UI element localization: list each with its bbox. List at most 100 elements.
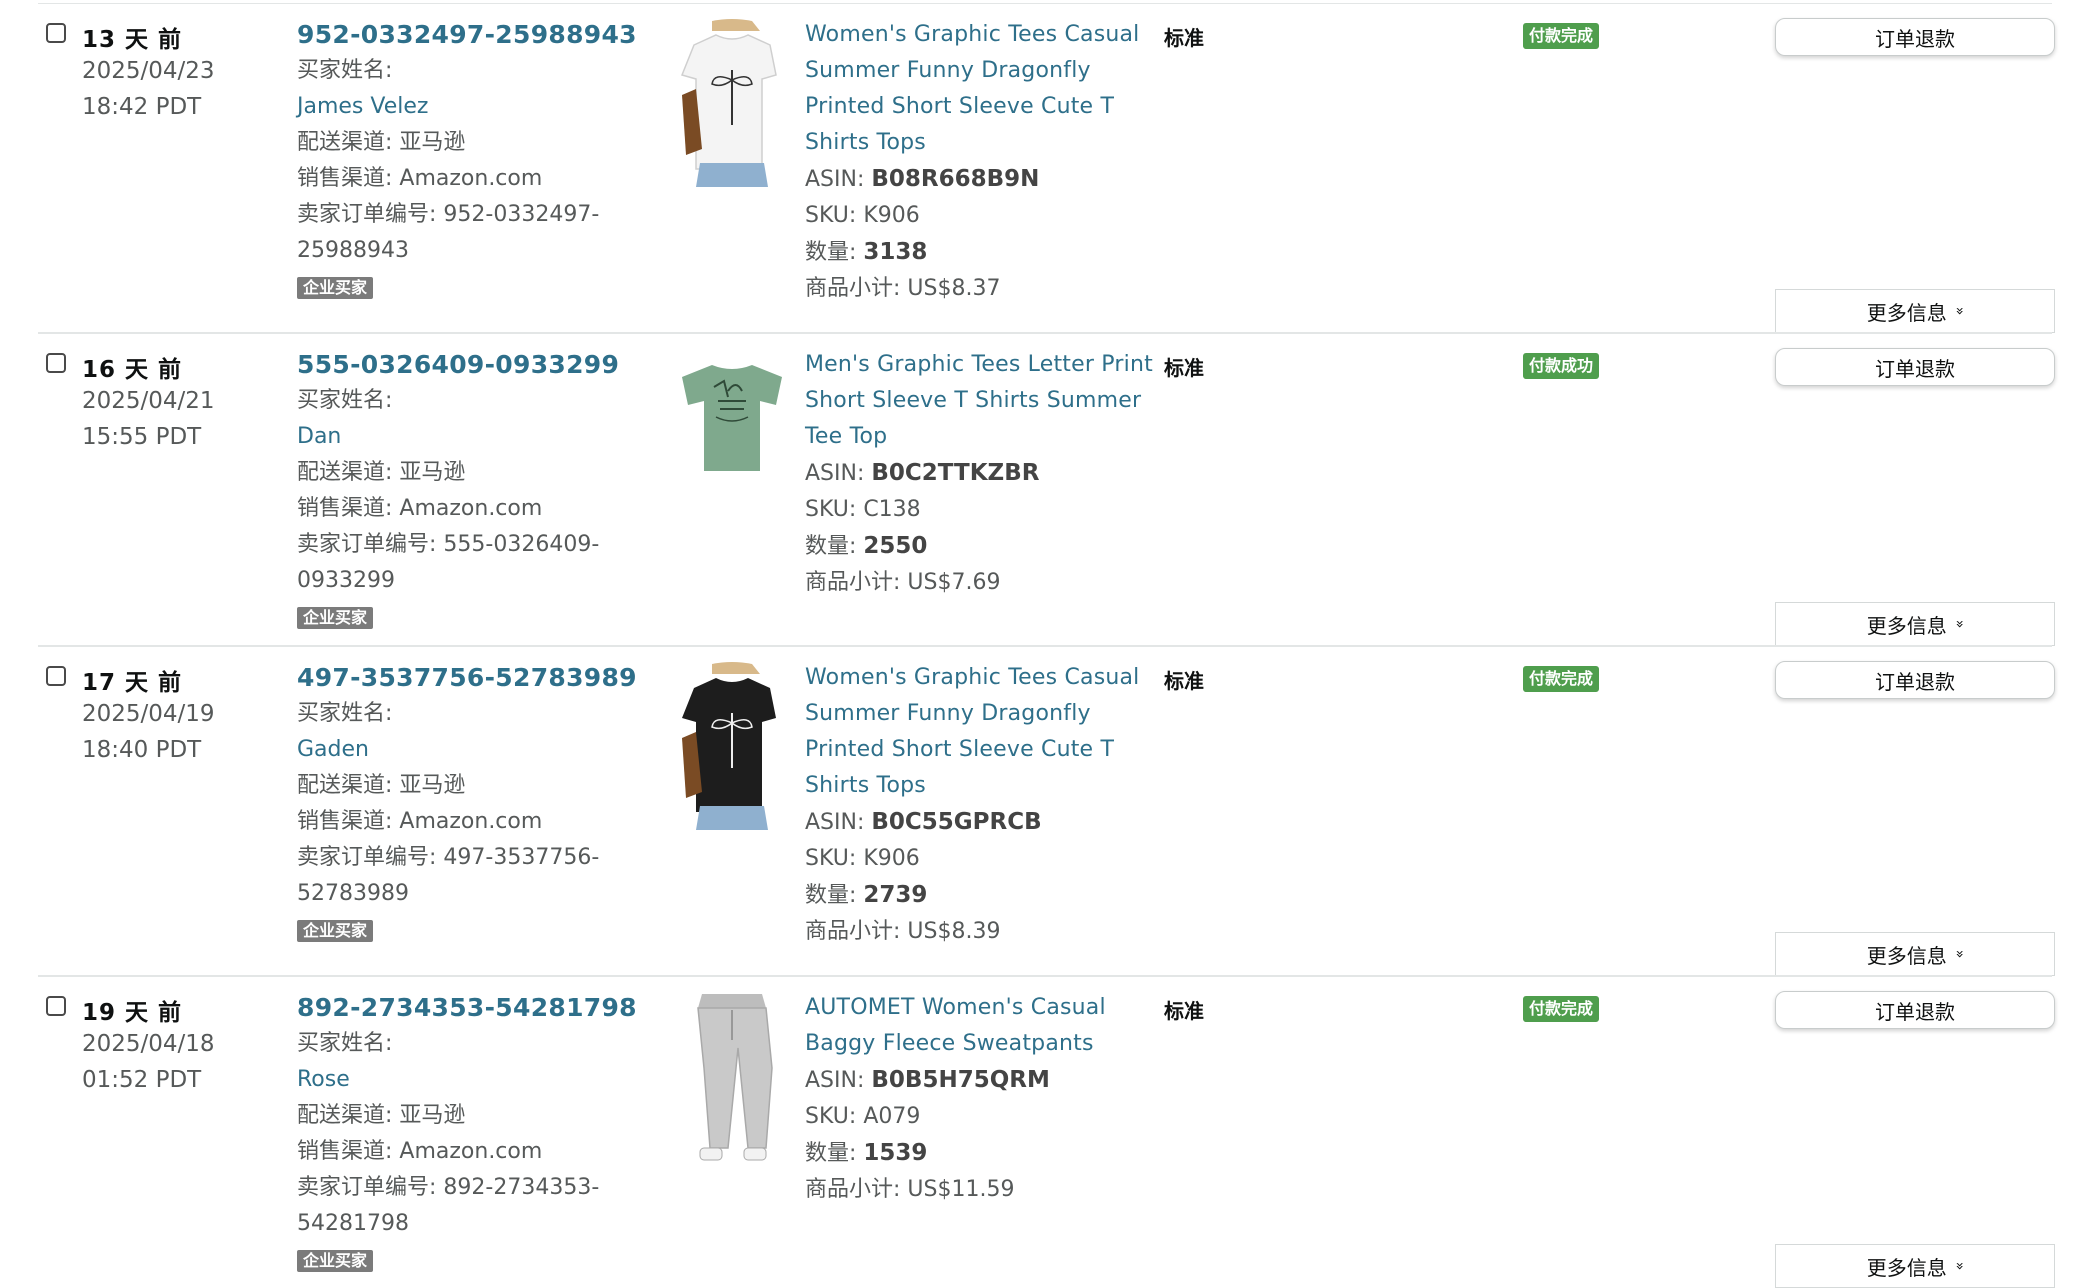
product-title-line[interactable]: Men's Graphic Tees Letter Print: [805, 347, 1155, 383]
orders-list: 13 天 前 2025/04/23 18:42 PDT 952-0332497-…: [0, 0, 2089, 1288]
chevron-down-icon: »: [1950, 949, 1967, 959]
item-subtotal: 商品小计: US$8.39: [805, 919, 1001, 944]
order-id-link[interactable]: 952-0332497-25988943: [297, 17, 637, 53]
order-id-link[interactable]: 497-3537756-52783989: [297, 660, 637, 696]
quantity: 数量: 2739: [805, 882, 928, 908]
order-checkbox[interactable]: [46, 353, 66, 373]
white-tshirt-photo: [672, 15, 792, 200]
order-checkbox[interactable]: [46, 996, 66, 1016]
asin: ASIN: B08R668B9N: [805, 166, 1040, 192]
seller-order-number-cont: 0933299: [297, 568, 395, 593]
order-date: 2025/04/23: [82, 58, 215, 84]
order-date: 2025/04/21: [82, 388, 215, 414]
shipping-service: 标准: [1164, 356, 1204, 380]
product-details: Men's Graphic Tees Letter Print Short Sl…: [805, 347, 1155, 601]
more-info-button[interactable]: 更多信息»: [1775, 289, 2055, 333]
payment-status-badge: 付款完成: [1523, 23, 1600, 49]
order-details: 555-0326409-0933299 买家姓名: Dan 配送渠道: 亚马逊 …: [297, 347, 627, 635]
buyer-name-link[interactable]: James Velez: [297, 89, 627, 125]
order-details: 952-0332497-25988943 买家姓名: James Velez 配…: [297, 17, 637, 305]
asin: ASIN: B0B5H75QRM: [805, 1067, 1050, 1093]
chevron-down-icon: »: [1950, 1261, 1967, 1271]
product-details: AUTOMET Women's Casual Baggy Fleece Swea…: [805, 990, 1155, 1208]
refund-order-button[interactable]: 订单退款: [1775, 348, 2055, 386]
sku: SKU: A079: [805, 1104, 921, 1129]
product-title-line[interactable]: Women's Graphic Tees Casual: [805, 17, 1155, 53]
product-title-line[interactable]: Shirts Tops: [805, 125, 1155, 161]
product-title-line[interactable]: Shirts Tops: [805, 768, 1155, 804]
item-subtotal: 商品小计: US$7.69: [805, 570, 1001, 595]
chevron-down-icon: »: [1950, 619, 1967, 629]
order-time: 18:40 PDT: [82, 737, 202, 763]
days-ago: 17 天 前: [82, 670, 183, 696]
product-title-line[interactable]: Summer Funny Dragonfly: [805, 696, 1155, 732]
refund-order-button[interactable]: 订单退款: [1775, 661, 2055, 699]
sales-channel: 销售渠道: Amazon.com: [297, 1139, 543, 1164]
buyer-name-label: 买家姓名:: [297, 388, 393, 413]
fulfillment-channel: 配送渠道: 亚马逊: [297, 773, 466, 798]
sales-channel: 销售渠道: Amazon.com: [297, 166, 543, 191]
product-title-line[interactable]: Short Sleeve T Shirts Summer: [805, 383, 1155, 419]
order-id-link[interactable]: 892-2734353-54281798: [297, 990, 637, 1026]
more-info-button[interactable]: 更多信息»: [1775, 602, 2055, 646]
order-checkbox[interactable]: [46, 666, 66, 686]
buyer-name-label: 买家姓名:: [297, 701, 393, 726]
seller-order-number-cont: 25988943: [297, 238, 409, 263]
sales-channel: 销售渠道: Amazon.com: [297, 809, 543, 834]
refund-order-button[interactable]: 订单退款: [1775, 991, 2055, 1029]
order-details: 892-2734353-54281798 买家姓名: Rose 配送渠道: 亚马…: [297, 990, 637, 1278]
product-title-line[interactable]: Printed Short Sleeve Cute T: [805, 732, 1155, 768]
product-title-line[interactable]: Women's Graphic Tees Casual: [805, 660, 1155, 696]
buyer-name-link[interactable]: Gaden: [297, 732, 627, 768]
product-title-line[interactable]: AUTOMET Women's Casual: [805, 990, 1155, 1026]
seller-order-number: 卖家订单编号: 555-0326409-: [297, 532, 600, 557]
shipping-service: 标准: [1164, 26, 1204, 50]
quantity: 数量: 3138: [805, 239, 928, 265]
order-id-link[interactable]: 555-0326409-0933299: [297, 347, 627, 383]
sales-channel: 销售渠道: Amazon.com: [297, 496, 543, 521]
seller-order-number-cont: 54281798: [297, 1211, 409, 1236]
sku: SKU: K906: [805, 846, 920, 871]
payment-status-badge: 付款完成: [1523, 996, 1600, 1022]
product-title-line[interactable]: Summer Funny Dragonfly: [805, 53, 1155, 89]
seller-order-number: 卖家订单编号: 892-2734353-: [297, 1175, 600, 1200]
product-title-line[interactable]: Tee Top: [805, 419, 1155, 455]
more-info-button[interactable]: 更多信息»: [1775, 932, 2055, 976]
payment-status-badge: 付款成功: [1523, 353, 1600, 379]
more-info-button[interactable]: 更多信息»: [1775, 1244, 2055, 1288]
days-ago: 16 天 前: [82, 357, 183, 383]
quantity: 数量: 1539: [805, 1140, 928, 1166]
business-buyer-badge: 企业买家: [297, 607, 374, 629]
seller-order-number-cont: 52783989: [297, 881, 409, 906]
sku: SKU: K906: [805, 203, 920, 228]
business-buyer-badge: 企业买家: [297, 277, 374, 299]
buyer-name-label: 买家姓名:: [297, 1031, 393, 1056]
chevron-down-icon: »: [1950, 306, 1967, 316]
order-checkbox[interactable]: [46, 23, 66, 43]
order-date: 2025/04/18: [82, 1031, 215, 1057]
buyer-name-link[interactable]: Rose: [297, 1062, 627, 1098]
order-time: 15:55 PDT: [82, 424, 202, 450]
order-time: 18:42 PDT: [82, 94, 202, 120]
order-date: 2025/04/19: [82, 701, 215, 727]
row-divider: [38, 975, 2052, 977]
top-divider: [38, 3, 2052, 4]
black-tshirt-photo: [672, 658, 792, 843]
item-subtotal: 商品小计: US$8.37: [805, 276, 1001, 301]
payment-status-badge: 付款完成: [1523, 666, 1600, 692]
product-details: Women's Graphic Tees Casual Summer Funny…: [805, 660, 1155, 950]
business-buyer-badge: 企业买家: [297, 920, 374, 942]
order-time: 01:52 PDT: [82, 1067, 202, 1093]
refund-order-button[interactable]: 订单退款: [1775, 18, 2055, 56]
product-title-line[interactable]: Baggy Fleece Sweatpants: [805, 1026, 1155, 1062]
buyer-name-label: 买家姓名:: [297, 58, 393, 83]
shipping-service: 标准: [1164, 669, 1204, 693]
business-buyer-badge: 企业买家: [297, 1250, 374, 1272]
product-title-line[interactable]: Printed Short Sleeve Cute T: [805, 89, 1155, 125]
fulfillment-channel: 配送渠道: 亚马逊: [297, 460, 466, 485]
buyer-name-link[interactable]: Dan: [297, 419, 627, 455]
quantity: 数量: 2550: [805, 533, 928, 559]
days-ago: 19 天 前: [82, 1000, 183, 1026]
fulfillment-channel: 配送渠道: 亚马逊: [297, 130, 466, 155]
days-ago: 13 天 前: [82, 27, 183, 53]
